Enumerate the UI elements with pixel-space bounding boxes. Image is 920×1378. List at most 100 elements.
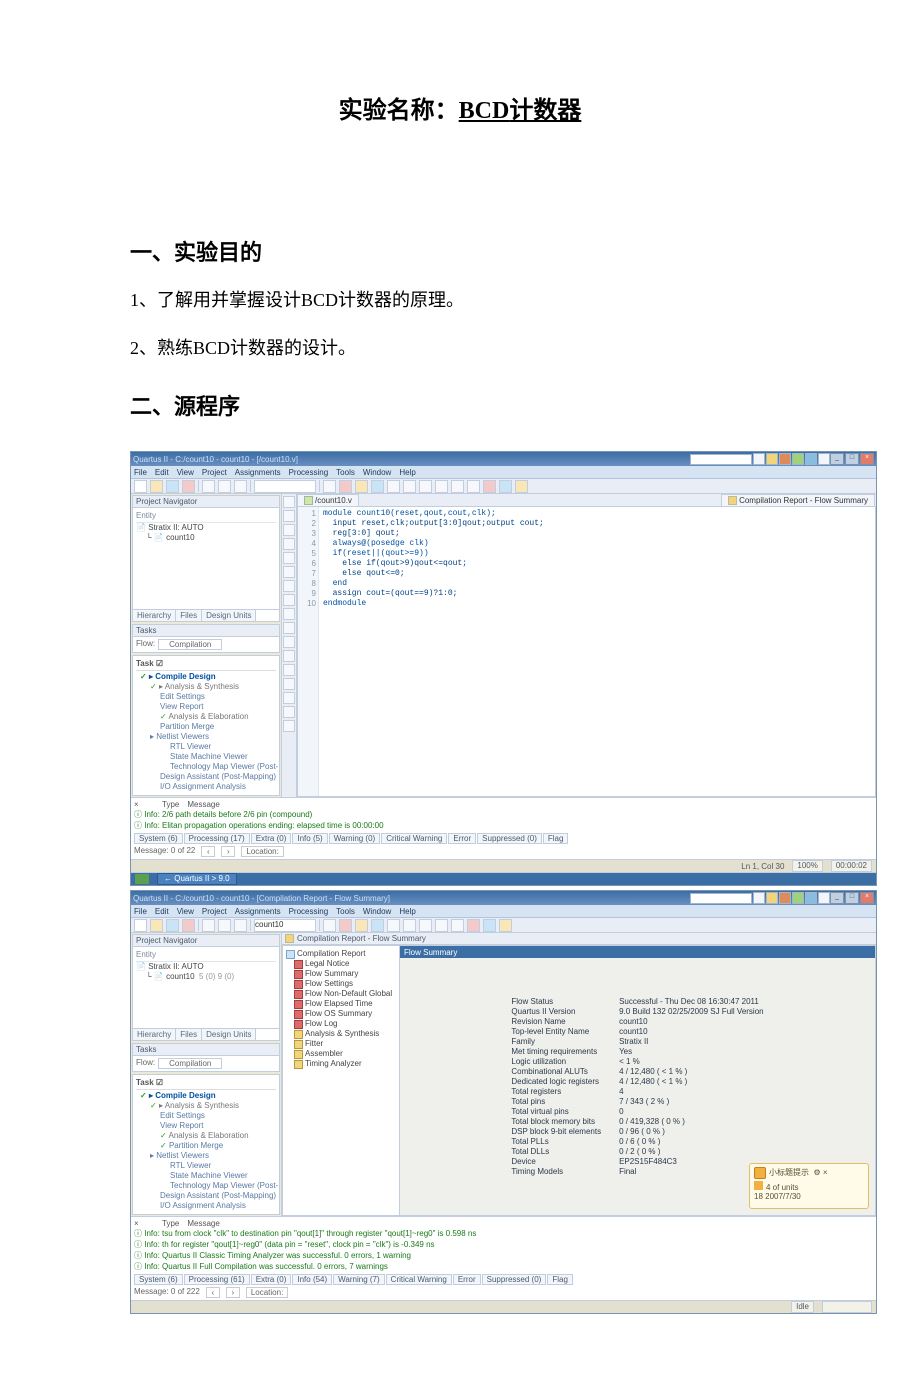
tool-print-icon[interactable] (182, 919, 195, 932)
menu-file[interactable]: File (134, 907, 147, 916)
msg-location-field[interactable]: Location: (241, 846, 283, 857)
tool-open-icon[interactable] (150, 919, 163, 932)
tree-folder[interactable]: Analysis & Synthesis (286, 1029, 396, 1039)
tool-misc-icon[interactable] (467, 919, 480, 932)
msgtab-extra[interactable]: Extra (0) (251, 1274, 292, 1285)
menu-file[interactable]: File (134, 468, 147, 477)
msgtab-error[interactable]: Error (453, 1274, 481, 1285)
task-sm-viewer[interactable]: State Machine Viewer (136, 752, 276, 762)
menu-edit[interactable]: Edit (155, 468, 169, 477)
msgtab-info[interactable]: Info (54) (292, 1274, 332, 1285)
menu-help[interactable]: Help (399, 907, 415, 916)
tree-folder[interactable]: Timing Analyzer (286, 1059, 396, 1069)
search-input[interactable] (690, 893, 752, 904)
task-sm-viewer[interactable]: State Machine Viewer (136, 1171, 276, 1181)
msg-next-button[interactable]: › (221, 846, 235, 857)
tool-program-icon[interactable] (355, 480, 368, 493)
edit-icon[interactable] (283, 692, 295, 704)
task-edit-settings[interactable]: Edit Settings (136, 692, 276, 702)
search-opt-2[interactable] (779, 892, 791, 904)
title-bar[interactable]: Quartus II - C:/count10 - count10 - [/co… (131, 452, 876, 466)
task-io-analysis[interactable]: I/O Assignment Analysis (136, 782, 276, 792)
tree-item[interactable]: Flow Settings (286, 979, 396, 989)
nav-entity[interactable]: └ 📄 count10 5 (0) 9 (0) (146, 972, 276, 982)
menu-processing[interactable]: Processing (289, 907, 329, 916)
search-opt-1[interactable] (766, 453, 778, 465)
tree-root[interactable]: Compilation Report (286, 949, 396, 959)
tree-folder[interactable]: Fitter (286, 1039, 396, 1049)
tool-save-icon[interactable] (166, 919, 179, 932)
task-elaboration[interactable]: Analysis & Elaboration (136, 1131, 276, 1141)
msgtab-error[interactable]: Error (448, 833, 476, 844)
edit-icon[interactable] (283, 496, 295, 508)
tool-rtl-icon[interactable] (451, 919, 464, 932)
task-view-report[interactable]: View Report (136, 702, 276, 712)
nav-tab-design-units[interactable]: Design Units (202, 610, 256, 621)
task-compile[interactable]: ▸ Compile Design (136, 1091, 276, 1101)
tool-chip-icon[interactable] (419, 480, 432, 493)
message-row[interactable]: ⓘ Info: Elitan propagation operations en… (134, 820, 873, 831)
maximize-button[interactable]: □ (845, 892, 859, 904)
start-button-icon[interactable] (135, 874, 149, 884)
tool-timing-icon[interactable] (387, 480, 400, 493)
edit-icon[interactable] (283, 636, 295, 648)
search-opt-4[interactable] (805, 892, 817, 904)
menu-assignments[interactable]: Assignments (235, 468, 281, 477)
message-row[interactable]: ⓘ Info: Quartus II Full Compilation was … (134, 1261, 873, 1272)
tree-item[interactable]: Flow OS Summary (286, 1009, 396, 1019)
msgtab-processing[interactable]: Processing (17) (184, 833, 250, 844)
search-input[interactable] (690, 454, 752, 465)
tree-item[interactable]: Flow Elapsed Time (286, 999, 396, 1009)
task-rtl-viewer[interactable]: RTL Viewer (136, 742, 276, 752)
flow-dropdown[interactable]: Compilation (158, 639, 222, 650)
task-tech-viewer[interactable]: Technology Map Viewer (Post-M (136, 762, 276, 772)
tree-item[interactable]: Flow Summary (286, 969, 396, 979)
msgtab-system[interactable]: System (6) (134, 1274, 183, 1285)
minimize-button[interactable]: _ (830, 892, 844, 904)
search-opt-3[interactable] (792, 453, 804, 465)
edit-icon[interactable] (283, 510, 295, 522)
msg-prev-button[interactable]: ‹ (206, 1287, 220, 1298)
task-elaboration[interactable]: Analysis & Elaboration (136, 712, 276, 722)
tool-print-icon[interactable] (182, 480, 195, 493)
nav-tab-hierarchy[interactable]: Hierarchy (133, 1029, 176, 1040)
msgtab-critical[interactable]: Critical Warning (386, 1274, 452, 1285)
tool-misc-icon[interactable] (483, 480, 496, 493)
menu-processing[interactable]: Processing (289, 468, 329, 477)
search-button[interactable] (753, 453, 765, 465)
tool-tech-icon[interactable] (467, 480, 480, 493)
msgtab-warning[interactable]: Warning (0) (329, 833, 381, 844)
tool-cut-icon[interactable] (202, 480, 215, 493)
task-tech-viewer[interactable]: Technology Map Viewer (Post-M (136, 1181, 276, 1191)
tool-analyze-icon[interactable] (371, 919, 384, 932)
task-netlist[interactable]: ▸ Netlist Viewers (136, 732, 276, 742)
close-button[interactable]: × (860, 453, 874, 465)
message-row[interactable]: ⓘ Info: Quartus II Classic Timing Analyz… (134, 1250, 873, 1261)
msgtab-suppressed[interactable]: Suppressed (0) (482, 1274, 547, 1285)
menu-help[interactable]: Help (399, 468, 415, 477)
tool-sim-icon[interactable] (403, 919, 416, 932)
menu-view[interactable]: View (177, 907, 194, 916)
task-view-report[interactable]: View Report (136, 1121, 276, 1131)
menu-window[interactable]: Window (363, 468, 391, 477)
menu-project[interactable]: Project (202, 907, 227, 916)
tool-timing-icon[interactable] (387, 919, 400, 932)
task-partition[interactable]: Partition Merge (136, 1141, 276, 1151)
nav-device[interactable]: 📄 Stratix II: AUTO (136, 962, 276, 972)
menu-assignments[interactable]: Assignments (235, 907, 281, 916)
tool-sim-icon[interactable] (403, 480, 416, 493)
edit-icon[interactable] (283, 678, 295, 690)
tree-item[interactable]: Legal Notice (286, 959, 396, 969)
task-netlist[interactable]: ▸ Netlist Viewers (136, 1151, 276, 1161)
search-opt-5[interactable] (818, 892, 830, 904)
project-dropdown[interactable] (254, 480, 316, 493)
task-edit-settings[interactable]: Edit Settings (136, 1111, 276, 1121)
code-content[interactable]: module count10(reset,qout,cout,clk); inp… (319, 507, 875, 796)
tool-compile-icon[interactable] (323, 919, 336, 932)
tool-save-icon[interactable] (166, 480, 179, 493)
search-opt-4[interactable] (805, 453, 817, 465)
task-partition[interactable]: Partition Merge (136, 722, 276, 732)
tool-copy-icon[interactable] (218, 480, 231, 493)
tool-cut-icon[interactable] (202, 919, 215, 932)
tool-copy-icon[interactable] (218, 919, 231, 932)
